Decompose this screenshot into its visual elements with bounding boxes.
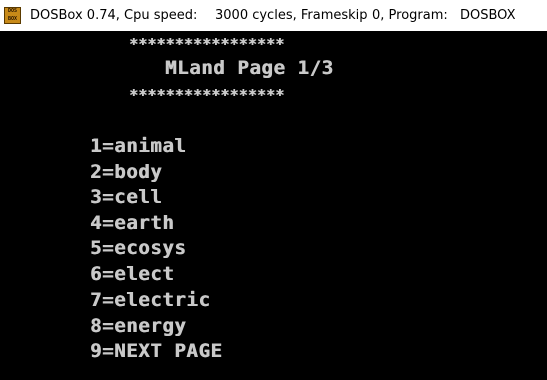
menu-item: 2=body <box>90 161 163 183</box>
title-program: DOSBOX <box>460 8 516 23</box>
page-header: MLand Page 1/3 <box>165 57 334 79</box>
stars-top: ***************** <box>129 35 285 53</box>
stars-bottom: ***************** <box>129 86 285 104</box>
menu-item: 9=NEXT PAGE <box>90 340 223 362</box>
menu-item: 7=electric <box>90 289 211 311</box>
menu-item: 8=energy <box>90 315 187 337</box>
icon-text-top: DOS <box>7 8 18 14</box>
dos-screen[interactable]: ***************** MLand Page 1/3 *******… <box>0 31 547 380</box>
menu-item: 5=ecosys <box>90 237 187 259</box>
menu-item: 4=earth <box>90 212 175 234</box>
title-app: DOSBox 0.74, Cpu speed: <box>30 8 198 23</box>
menu-item: 1=animal <box>90 135 187 157</box>
title-cycles: 3000 cycles, Frameskip <box>215 8 368 23</box>
dosbox-icon[interactable]: DOS BOX <box>4 7 21 24</box>
icon-text-bottom: BOX <box>7 15 18 22</box>
window-titlebar[interactable]: DOS BOX DOSBox 0.74, Cpu speed: 3000 cyc… <box>0 0 547 31</box>
menu-item: 3=cell <box>90 186 163 208</box>
title-frameskip: 0, Program: <box>372 8 448 23</box>
menu-item: 6=elect <box>90 263 175 285</box>
